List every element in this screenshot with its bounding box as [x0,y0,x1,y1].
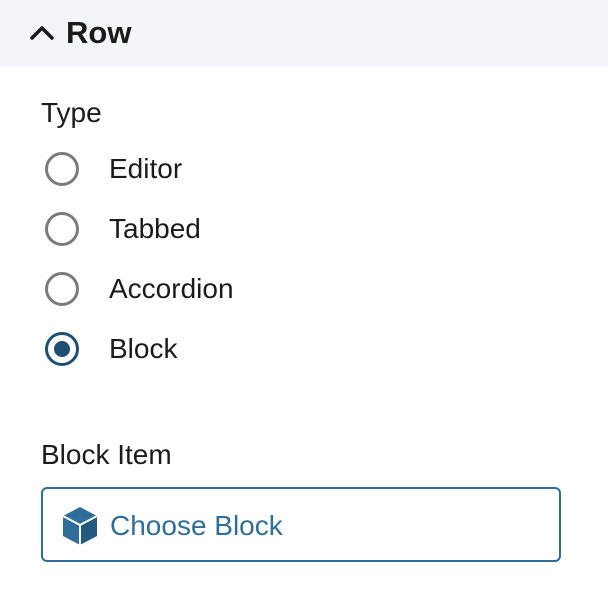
radio-option-tabbed[interactable]: Tabbed [45,209,201,249]
radio-label: Block [109,333,178,364]
radio-label: Tabbed [109,213,201,244]
radio-button[interactable] [45,152,79,186]
choose-block-button[interactable]: Choose Block [41,487,561,562]
radio-button-checked[interactable] [45,332,79,366]
chevron-up-icon [30,26,54,40]
panel-title: Row [66,15,132,50]
cube-icon [62,507,98,545]
radio-button[interactable] [45,272,79,306]
radio-option-editor[interactable]: Editor [45,149,182,189]
radio-option-accordion[interactable]: Accordion [45,269,234,309]
type-label: Type [41,97,102,128]
radio-option-block[interactable]: Block [45,329,177,369]
radio-button[interactable] [45,212,79,246]
block-item-label: Block Item [41,439,172,470]
row-panel-header[interactable]: Row [0,0,608,67]
radio-label: Editor [109,153,183,184]
radio-label: Accordion [109,273,234,304]
choose-block-label: Choose Block [110,510,283,541]
